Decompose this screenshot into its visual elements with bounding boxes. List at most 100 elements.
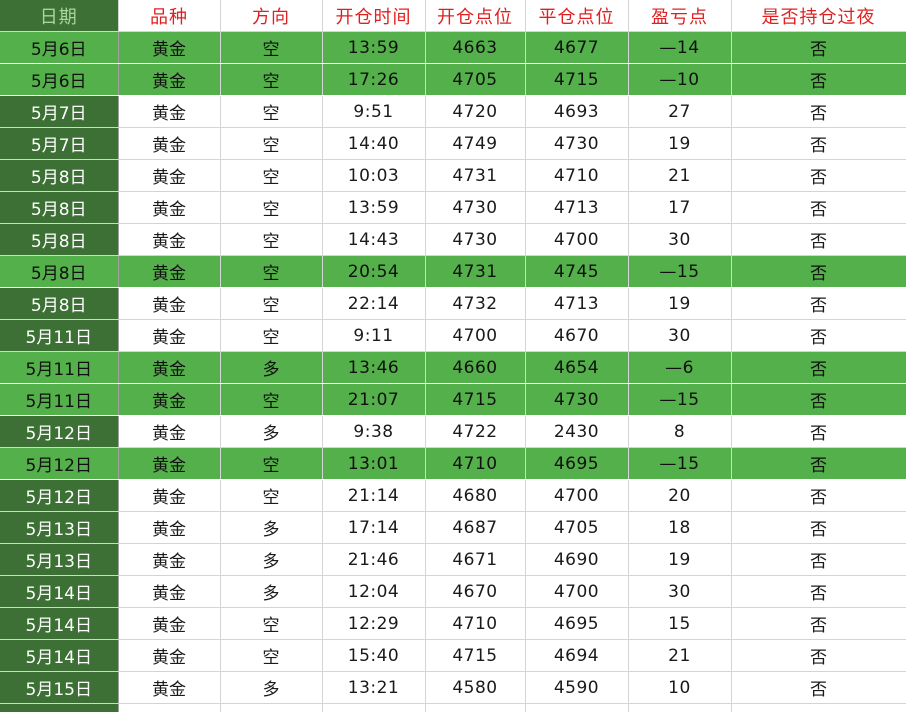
cell-date[interactable]: 5月6日: [0, 63, 119, 96]
cell-direction[interactable]: 空: [220, 607, 323, 640]
cell-overnight[interactable]: 否: [731, 127, 906, 160]
cell-product[interactable]: 黄金: [118, 447, 221, 480]
cell-direction[interactable]: 空: [220, 383, 323, 416]
cell-overnight[interactable]: 否: [731, 415, 906, 448]
cell-overnight[interactable]: 否: [731, 479, 906, 512]
header-overnight[interactable]: 是否持仓过夜: [731, 0, 906, 32]
cell-pnl[interactable]: 30: [628, 575, 732, 608]
header-date[interactable]: 日期: [0, 0, 119, 32]
cell-close-price[interactable]: 4713: [525, 287, 629, 320]
cell-overnight[interactable]: 否: [731, 191, 906, 224]
cell-close-price[interactable]: 2430: [525, 415, 629, 448]
cell-open-time[interactable]: 13:21: [322, 671, 426, 704]
cell-close-price[interactable]: 4693: [525, 95, 629, 128]
cell-open-time[interactable]: 9:51: [322, 95, 426, 128]
cell-direction[interactable]: 空: [220, 127, 323, 160]
cell-product[interactable]: 黄金: [118, 671, 221, 704]
cell-product[interactable]: 黄金: [118, 287, 221, 320]
cell-product[interactable]: 黄金: [118, 95, 221, 128]
cell-product[interactable]: 黄金: [118, 255, 221, 288]
cell-pnl[interactable]: —10: [628, 63, 732, 96]
cell-open-time[interactable]: 21:55: [322, 703, 426, 712]
cell-product[interactable]: 黄金: [118, 319, 221, 352]
cell-overnight[interactable]: 否: [731, 31, 906, 64]
cell-direction[interactable]: 空: [220, 319, 323, 352]
cell-open-time[interactable]: 13:01: [322, 447, 426, 480]
cell-product[interactable]: 黄金: [118, 511, 221, 544]
cell-open-time[interactable]: 9:38: [322, 415, 426, 448]
cell-close-price[interactable]: 4695: [525, 607, 629, 640]
header-pnl[interactable]: 盈亏点: [628, 0, 732, 32]
cell-direction[interactable]: 多: [220, 671, 323, 704]
cell-date[interactable]: 5月8日: [0, 159, 119, 192]
cell-open-price[interactable]: 4710: [425, 607, 526, 640]
cell-open-price[interactable]: 4710: [425, 447, 526, 480]
cell-open-time[interactable]: 13:59: [322, 31, 426, 64]
cell-overnight[interactable]: 否: [731, 543, 906, 576]
cell-direction[interactable]: 空: [220, 159, 323, 192]
cell-open-time[interactable]: 17:14: [322, 511, 426, 544]
cell-pnl[interactable]: —15: [628, 447, 732, 480]
cell-open-time[interactable]: 17:26: [322, 63, 426, 96]
cell-close-price[interactable]: 4690: [525, 543, 629, 576]
cell-open-time[interactable]: 9:11: [322, 319, 426, 352]
cell-overnight[interactable]: 否: [731, 607, 906, 640]
cell-date[interactable]: 5月11日: [0, 319, 119, 352]
cell-date[interactable]: 5月12日: [0, 447, 119, 480]
cell-close-price[interactable]: 4590: [525, 671, 629, 704]
cell-product[interactable]: 黄金: [118, 191, 221, 224]
header-direction[interactable]: 方向: [220, 0, 323, 32]
cell-date[interactable]: 5月7日: [0, 127, 119, 160]
cell-pnl[interactable]: 12: [628, 703, 732, 712]
cell-product[interactable]: 黄金: [118, 575, 221, 608]
cell-overnight[interactable]: 否: [731, 255, 906, 288]
cell-open-price[interactable]: 4732: [425, 287, 526, 320]
cell-open-price[interactable]: 4715: [425, 639, 526, 672]
cell-open-time[interactable]: 21:46: [322, 543, 426, 576]
header-open-price[interactable]: 开仓点位: [425, 0, 526, 32]
cell-open-price[interactable]: 4671: [425, 543, 526, 576]
cell-product[interactable]: 黄金: [118, 703, 221, 712]
cell-close-price[interactable]: 4694: [525, 639, 629, 672]
cell-open-price[interactable]: 4722: [425, 415, 526, 448]
cell-pnl[interactable]: 21: [628, 639, 732, 672]
cell-open-price[interactable]: 4731: [425, 159, 526, 192]
cell-pnl[interactable]: 15: [628, 607, 732, 640]
cell-direction[interactable]: 空: [220, 255, 323, 288]
cell-date[interactable]: 5月8日: [0, 255, 119, 288]
cell-direction[interactable]: 空: [220, 95, 323, 128]
cell-direction[interactable]: 空: [220, 447, 323, 480]
cell-direction[interactable]: 空: [220, 703, 323, 712]
cell-open-price[interactable]: 4663: [425, 31, 526, 64]
cell-pnl[interactable]: 21: [628, 159, 732, 192]
cell-date[interactable]: 5月8日: [0, 223, 119, 256]
cell-open-time[interactable]: 12:04: [322, 575, 426, 608]
cell-close-price[interactable]: 4670: [525, 319, 629, 352]
cell-close-price[interactable]: 4700: [525, 575, 629, 608]
cell-pnl[interactable]: 10: [628, 671, 732, 704]
cell-close-price[interactable]: 4700: [525, 223, 629, 256]
cell-date[interactable]: 5月14日: [0, 607, 119, 640]
cell-open-price[interactable]: 4670: [425, 575, 526, 608]
cell-product[interactable]: 黄金: [118, 63, 221, 96]
cell-close-price[interactable]: 4705: [525, 511, 629, 544]
cell-direction[interactable]: 空: [220, 31, 323, 64]
cell-product[interactable]: 黄金: [118, 479, 221, 512]
cell-overnight[interactable]: 否: [731, 319, 906, 352]
header-product[interactable]: 品种: [118, 0, 221, 32]
cell-direction[interactable]: 空: [220, 63, 323, 96]
cell-date[interactable]: 5月12日: [0, 479, 119, 512]
cell-open-price[interactable]: 4730: [425, 191, 526, 224]
header-close-price[interactable]: 平仓点位: [525, 0, 629, 32]
cell-open-price[interactable]: 4705: [425, 63, 526, 96]
header-open-time[interactable]: 开仓时间: [322, 0, 426, 32]
cell-open-price[interactable]: 4687: [425, 511, 526, 544]
cell-overnight[interactable]: 否: [731, 287, 906, 320]
cell-open-price[interactable]: 4715: [425, 383, 526, 416]
cell-direction[interactable]: 多: [220, 351, 323, 384]
cell-close-price[interactable]: 4695: [525, 447, 629, 480]
cell-close-price[interactable]: 4654: [525, 351, 629, 384]
cell-overnight[interactable]: 否: [731, 351, 906, 384]
cell-close-price[interactable]: 4745: [525, 255, 629, 288]
cell-date[interactable]: 5月7日: [0, 95, 119, 128]
